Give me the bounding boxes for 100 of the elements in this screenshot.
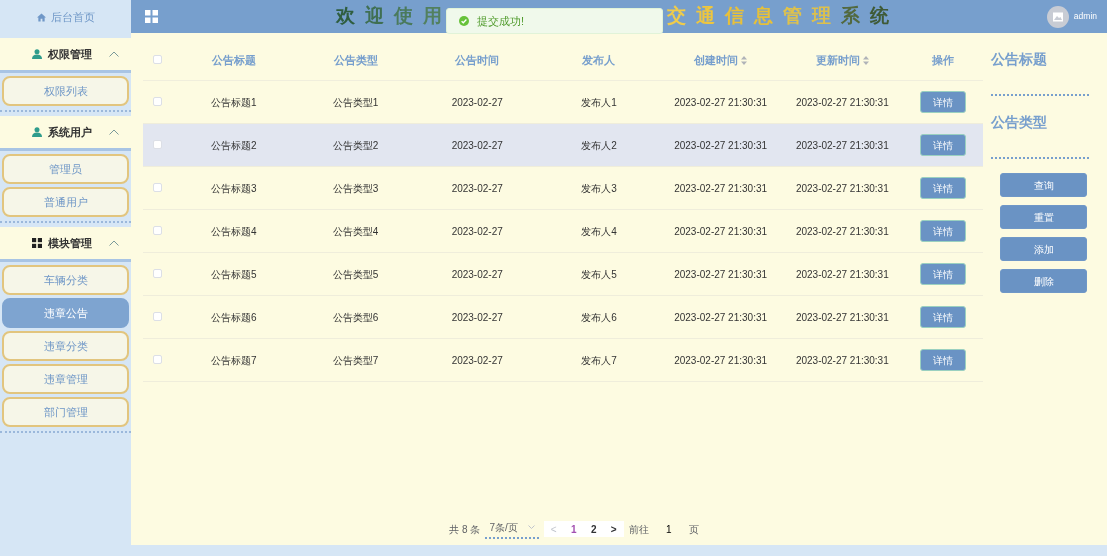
menu-item[interactable]: 违章分类 [2, 331, 129, 361]
goto-label: 前往 [628, 522, 649, 537]
menu-group-title[interactable]: 权限管理 [48, 45, 92, 63]
table-row[interactable]: 公告标题3 公告类型3 2023-02-27 发布人3 2023-02-27 21:30:31 2023-02-27 21:30:31 详情 [143, 167, 983, 210]
menu-icon[interactable] [145, 10, 158, 23]
detail-button[interactable]: 详情 [920, 220, 967, 242]
grid-icon [32, 238, 42, 248]
sort-icon [740, 56, 747, 65]
select-all-checkbox[interactable] [153, 55, 162, 65]
table-cell: 公告类型4 [332, 225, 379, 237]
table-cell: 2023-02-27 21:30:31 [795, 354, 889, 366]
menu-item[interactable]: 普通用户 [2, 187, 129, 217]
detail-button[interactable]: 详情 [920, 91, 967, 113]
menu-item[interactable]: 管理员 [2, 154, 129, 184]
menu-item[interactable]: 违章管理 [2, 364, 129, 394]
table-cell: 公告类型1 [332, 96, 379, 108]
filter-label: 公告标题 [991, 50, 1048, 69]
table-cell: 2023-02-27 21:30:31 [674, 139, 768, 151]
menu-item[interactable]: 部门管理 [2, 397, 129, 427]
column-header: 公告时间 [455, 53, 500, 69]
home-icon [36, 12, 46, 22]
table-cell: 2023-02-27 21:30:31 [674, 311, 768, 323]
table-cell: 公告类型7 [332, 354, 379, 366]
table-cell: 公告标题7 [211, 354, 257, 366]
table-cell: 公告类型3 [332, 182, 379, 194]
detail-button[interactable]: 详情 [920, 263, 967, 285]
menu-group-title[interactable]: 系统用户 [48, 123, 92, 141]
username[interactable]: admin [1073, 10, 1097, 23]
action-button[interactable]: 查询 [1000, 173, 1087, 197]
table-cell: 2023-02-27 [451, 182, 503, 194]
table-cell: 2023-02-27 21:30:31 [795, 139, 889, 151]
table-cell: 发布人5 [581, 268, 617, 280]
page-size-select[interactable]: 7条/页 [485, 519, 539, 539]
table-cell: 公告标题4 [211, 225, 257, 237]
page-button[interactable]: 2 [583, 521, 604, 537]
table-row[interactable]: 公告标题2 公告类型2 2023-02-27 发布人2 2023-02-27 21:30:31 2023-02-27 21:30:31 详情 [143, 124, 983, 167]
table-cell: 2023-02-27 [451, 268, 503, 280]
row-checkbox[interactable] [153, 354, 162, 364]
menu-item[interactable]: 违章公告 [2, 298, 129, 328]
table-cell: 公告标题6 [211, 311, 257, 323]
table-cell: 发布人6 [581, 311, 617, 323]
detail-button[interactable]: 详情 [920, 306, 967, 328]
detail-button[interactable]: 详情 [920, 349, 967, 371]
success-icon [459, 16, 469, 26]
column-header: 公告标题 [211, 53, 256, 69]
menu-item[interactable]: 权限列表 [2, 76, 129, 106]
table-cell: 公告标题1 [211, 96, 257, 108]
table-cell: 2023-02-27 [451, 354, 503, 366]
table-cell: 发布人4 [581, 225, 617, 237]
filter-label: 公告类型 [991, 113, 1048, 132]
table-cell: 公告标题3 [211, 182, 257, 194]
menu-item[interactable]: 车辆分类 [2, 265, 129, 295]
table-cell: 2023-02-27 21:30:31 [795, 182, 889, 194]
table-cell: 公告标题5 [211, 268, 257, 280]
table-row[interactable]: 公告标题7 公告类型7 2023-02-27 发布人7 2023-02-27 21:30:31 2023-02-27 21:30:31 详情 [143, 339, 983, 382]
table-cell: 发布人1 [581, 96, 617, 108]
row-checkbox[interactable] [153, 96, 162, 106]
table-cell: 2023-02-27 21:30:31 [795, 225, 889, 237]
action-button[interactable]: 删除 [1000, 269, 1087, 293]
table-cell: 2023-02-27 21:30:31 [674, 268, 768, 280]
detail-button[interactable]: 详情 [920, 134, 967, 156]
table-row[interactable]: 公告标题6 公告类型6 2023-02-27 发布人6 2023-02-27 21:30:31 2023-02-27 21:30:31 详情 [143, 296, 983, 339]
caret-icon [527, 525, 535, 529]
page-input[interactable]: 1 [653, 521, 684, 537]
page-title: 欢迎使用 [335, 4, 452, 29]
menu-group-title[interactable]: 模块管理 [48, 234, 92, 252]
table-row[interactable]: 公告标题5 公告类型5 2023-02-27 发布人5 2023-02-27 21:30:31 2023-02-27 21:30:31 详情 [143, 253, 983, 296]
page-button[interactable]: 1 [563, 521, 584, 537]
next-page-button[interactable]: > [603, 521, 624, 537]
row-checkbox[interactable] [153, 311, 162, 321]
toast-message: 提交成功! [477, 13, 525, 29]
row-checkbox[interactable] [153, 139, 162, 149]
table-cell: 2023-02-27 [451, 311, 503, 323]
table-cell: 公告标题2 [211, 139, 257, 151]
table-cell: 2023-02-27 21:30:31 [674, 225, 768, 237]
table-cell: 发布人3 [581, 182, 617, 194]
detail-button[interactable]: 详情 [920, 177, 967, 199]
table-cell: 公告类型5 [332, 268, 379, 280]
user-icon [32, 49, 42, 59]
page-unit-label: 页 [688, 522, 699, 537]
column-header: 发布人 [582, 53, 616, 69]
row-checkbox[interactable] [153, 182, 162, 192]
sort-icon [862, 56, 869, 65]
row-checkbox[interactable] [153, 225, 162, 235]
column-header[interactable]: 创建时间 [694, 52, 739, 69]
table-cell: 2023-02-27 21:30:31 [674, 354, 768, 366]
table-cell: 2023-02-27 21:30:31 [674, 96, 768, 108]
table-cell: 2023-02-27 21:30:31 [674, 182, 768, 194]
table-row[interactable]: 公告标题4 公告类型4 2023-02-27 发布人4 2023-02-27 21:30:31 2023-02-27 21:30:31 详情 [143, 210, 983, 253]
action-button[interactable]: 添加 [1000, 237, 1087, 261]
action-button[interactable]: 重置 [1000, 205, 1087, 229]
total-count: 共 8 条 [449, 522, 481, 537]
column-header[interactable]: 更新时间 [816, 52, 861, 69]
table-cell: 2023-02-27 [451, 139, 503, 151]
table-cell: 发布人7 [581, 354, 617, 366]
avatar-icon[interactable] [1046, 5, 1069, 28]
table-cell: 公告类型6 [332, 311, 379, 323]
home-link[interactable]: 后台首页 [50, 8, 95, 26]
table-cell: 2023-02-27 [451, 96, 503, 108]
row-checkbox[interactable] [153, 268, 162, 278]
